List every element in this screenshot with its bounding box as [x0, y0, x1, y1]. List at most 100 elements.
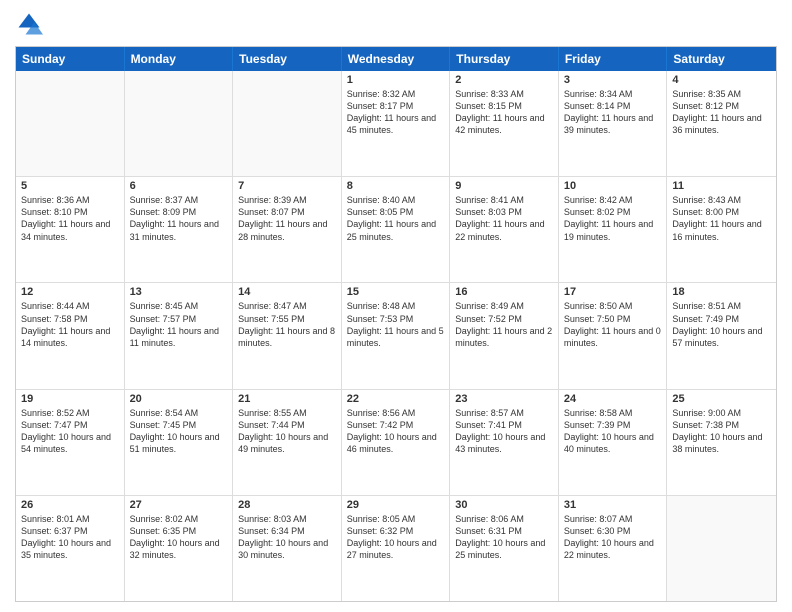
header-day-friday: Friday	[559, 47, 668, 71]
day-content: Sunrise: 8:37 AM Sunset: 8:09 PM Dayligh…	[130, 194, 228, 243]
day-number: 7	[238, 180, 336, 192]
calendar-cell-15: 15 Sunrise: 8:48 AM Sunset: 7:53 PM Dayli…	[342, 283, 451, 388]
calendar-row-3: 12 Sunrise: 8:44 AM Sunset: 7:58 PM Dayli…	[16, 283, 776, 389]
day-content: Sunrise: 8:48 AM Sunset: 7:53 PM Dayligh…	[347, 300, 445, 349]
day-content: Sunrise: 8:03 AM Sunset: 6:34 PM Dayligh…	[238, 513, 336, 562]
day-number: 5	[21, 180, 119, 192]
calendar-cell-empty	[16, 71, 125, 176]
calendar-cell-18: 18 Sunrise: 8:51 AM Sunset: 7:49 PM Dayli…	[667, 283, 776, 388]
calendar-row-2: 5 Sunrise: 8:36 AM Sunset: 8:10 PM Daylig…	[16, 177, 776, 283]
calendar-cell-21: 21 Sunrise: 8:55 AM Sunset: 7:44 PM Dayli…	[233, 390, 342, 495]
day-number: 11	[672, 180, 771, 192]
day-number: 16	[455, 286, 553, 298]
day-content: Sunrise: 8:55 AM Sunset: 7:44 PM Dayligh…	[238, 407, 336, 456]
day-number: 19	[21, 393, 119, 405]
day-content: Sunrise: 8:49 AM Sunset: 7:52 PM Dayligh…	[455, 300, 553, 349]
day-number: 22	[347, 393, 445, 405]
day-number: 1	[347, 74, 445, 86]
day-number: 14	[238, 286, 336, 298]
calendar-cell-empty	[233, 71, 342, 176]
calendar-cell-25: 25Sunrise: 9:00 AM Sunset: 7:38 PM Dayli…	[667, 390, 776, 495]
day-content: Sunrise: 8:42 AM Sunset: 8:02 PM Dayligh…	[564, 194, 662, 243]
day-content: Sunrise: 8:02 AM Sunset: 6:35 PM Dayligh…	[130, 513, 228, 562]
day-number: 6	[130, 180, 228, 192]
calendar-cell-20: 20 Sunrise: 8:54 AM Sunset: 7:45 PM Dayli…	[125, 390, 234, 495]
calendar-header: SundayMondayTuesdayWednesdayThursdayFrid…	[16, 47, 776, 71]
day-number: 3	[564, 74, 662, 86]
calendar-row-1: 1 Sunrise: 8:32 AM Sunset: 8:17 PM Daylig…	[16, 71, 776, 177]
day-content: Sunrise: 8:32 AM Sunset: 8:17 PM Dayligh…	[347, 88, 445, 137]
day-content: Sunrise: 8:44 AM Sunset: 7:58 PM Dayligh…	[21, 300, 119, 349]
calendar-cell-28: 28 Sunrise: 8:03 AM Sunset: 6:34 PM Dayli…	[233, 496, 342, 601]
logo	[15, 10, 47, 38]
calendar-cell-24: 24Sunrise: 8:58 AM Sunset: 7:39 PM Dayli…	[559, 390, 668, 495]
day-content: Sunrise: 8:05 AM Sunset: 6:32 PM Dayligh…	[347, 513, 445, 562]
calendar-cell-4: 4 Sunrise: 8:35 AM Sunset: 8:12 PM Daylig…	[667, 71, 776, 176]
day-number: 12	[21, 286, 119, 298]
calendar-cell-19: 19 Sunrise: 8:52 AM Sunset: 7:47 PM Dayli…	[16, 390, 125, 495]
calendar-cell-10: 10 Sunrise: 8:42 AM Sunset: 8:02 PM Dayli…	[559, 177, 668, 282]
header-day-monday: Monday	[125, 47, 234, 71]
calendar-cell-empty	[125, 71, 234, 176]
day-content: Sunrise: 8:56 AM Sunset: 7:42 PM Dayligh…	[347, 407, 445, 456]
day-number: 21	[238, 393, 336, 405]
day-content: Sunrise: 8:47 AM Sunset: 7:55 PM Dayligh…	[238, 300, 336, 349]
calendar-cell-7: 7Sunrise: 8:39 AM Sunset: 8:07 PM Daylig…	[233, 177, 342, 282]
day-content: Sunrise: 8:45 AM Sunset: 7:57 PM Dayligh…	[130, 300, 228, 349]
calendar-cell-empty	[667, 496, 776, 601]
day-number: 9	[455, 180, 553, 192]
day-number: 31	[564, 499, 662, 511]
day-number: 28	[238, 499, 336, 511]
calendar-cell-16: 16 Sunrise: 8:49 AM Sunset: 7:52 PM Dayli…	[450, 283, 559, 388]
day-content: Sunrise: 8:35 AM Sunset: 8:12 PM Dayligh…	[672, 88, 771, 137]
day-content: Sunrise: 8:57 AM Sunset: 7:41 PM Dayligh…	[455, 407, 553, 456]
day-content: Sunrise: 8:50 AM Sunset: 7:50 PM Dayligh…	[564, 300, 662, 349]
day-number: 23	[455, 393, 553, 405]
calendar-cell-12: 12 Sunrise: 8:44 AM Sunset: 7:58 PM Dayli…	[16, 283, 125, 388]
day-number: 27	[130, 499, 228, 511]
day-content: Sunrise: 8:40 AM Sunset: 8:05 PM Dayligh…	[347, 194, 445, 243]
day-number: 18	[672, 286, 771, 298]
day-content: Sunrise: 8:01 AM Sunset: 6:37 PM Dayligh…	[21, 513, 119, 562]
header-day-saturday: Saturday	[667, 47, 776, 71]
day-number: 13	[130, 286, 228, 298]
day-content: Sunrise: 8:41 AM Sunset: 8:03 PM Dayligh…	[455, 194, 553, 243]
day-content: Sunrise: 8:06 AM Sunset: 6:31 PM Dayligh…	[455, 513, 553, 562]
day-content: Sunrise: 8:51 AM Sunset: 7:49 PM Dayligh…	[672, 300, 771, 349]
day-number: 8	[347, 180, 445, 192]
day-number: 15	[347, 286, 445, 298]
calendar-cell-3: 3 Sunrise: 8:34 AM Sunset: 8:14 PM Daylig…	[559, 71, 668, 176]
day-content: Sunrise: 8:52 AM Sunset: 7:47 PM Dayligh…	[21, 407, 119, 456]
calendar-cell-8: 8 Sunrise: 8:40 AM Sunset: 8:05 PM Daylig…	[342, 177, 451, 282]
logo-icon	[15, 10, 43, 38]
calendar-cell-17: 17 Sunrise: 8:50 AM Sunset: 7:50 PM Dayli…	[559, 283, 668, 388]
day-number: 30	[455, 499, 553, 511]
calendar-cell-31: 31Sunrise: 8:07 AM Sunset: 6:30 PM Dayli…	[559, 496, 668, 601]
day-number: 20	[130, 393, 228, 405]
calendar-body: 1 Sunrise: 8:32 AM Sunset: 8:17 PM Daylig…	[16, 71, 776, 601]
day-content: Sunrise: 8:33 AM Sunset: 8:15 PM Dayligh…	[455, 88, 553, 137]
header-day-thursday: Thursday	[450, 47, 559, 71]
day-number: 10	[564, 180, 662, 192]
calendar-cell-30: 30 Sunrise: 8:06 AM Sunset: 6:31 PM Dayli…	[450, 496, 559, 601]
calendar-cell-2: 2Sunrise: 8:33 AM Sunset: 8:15 PM Daylig…	[450, 71, 559, 176]
header-day-tuesday: Tuesday	[233, 47, 342, 71]
day-number: 24	[564, 393, 662, 405]
calendar-cell-13: 13 Sunrise: 8:45 AM Sunset: 7:57 PM Dayli…	[125, 283, 234, 388]
calendar-row-5: 26Sunrise: 8:01 AM Sunset: 6:37 PM Dayli…	[16, 496, 776, 601]
header-day-sunday: Sunday	[16, 47, 125, 71]
day-content: Sunrise: 8:54 AM Sunset: 7:45 PM Dayligh…	[130, 407, 228, 456]
day-content: Sunrise: 8:36 AM Sunset: 8:10 PM Dayligh…	[21, 194, 119, 243]
header-day-wednesday: Wednesday	[342, 47, 451, 71]
day-number: 4	[672, 74, 771, 86]
day-number: 17	[564, 286, 662, 298]
page: SundayMondayTuesdayWednesdayThursdayFrid…	[0, 0, 792, 612]
day-content: Sunrise: 8:34 AM Sunset: 8:14 PM Dayligh…	[564, 88, 662, 137]
calendar-cell-23: 23 Sunrise: 8:57 AM Sunset: 7:41 PM Dayli…	[450, 390, 559, 495]
calendar-cell-6: 6 Sunrise: 8:37 AM Sunset: 8:09 PM Daylig…	[125, 177, 234, 282]
day-content: Sunrise: 8:43 AM Sunset: 8:00 PM Dayligh…	[672, 194, 771, 243]
day-number: 29	[347, 499, 445, 511]
calendar-cell-14: 14 Sunrise: 8:47 AM Sunset: 7:55 PM Dayli…	[233, 283, 342, 388]
calendar-row-4: 19 Sunrise: 8:52 AM Sunset: 7:47 PM Dayli…	[16, 390, 776, 496]
calendar-cell-11: 11 Sunrise: 8:43 AM Sunset: 8:00 PM Dayli…	[667, 177, 776, 282]
